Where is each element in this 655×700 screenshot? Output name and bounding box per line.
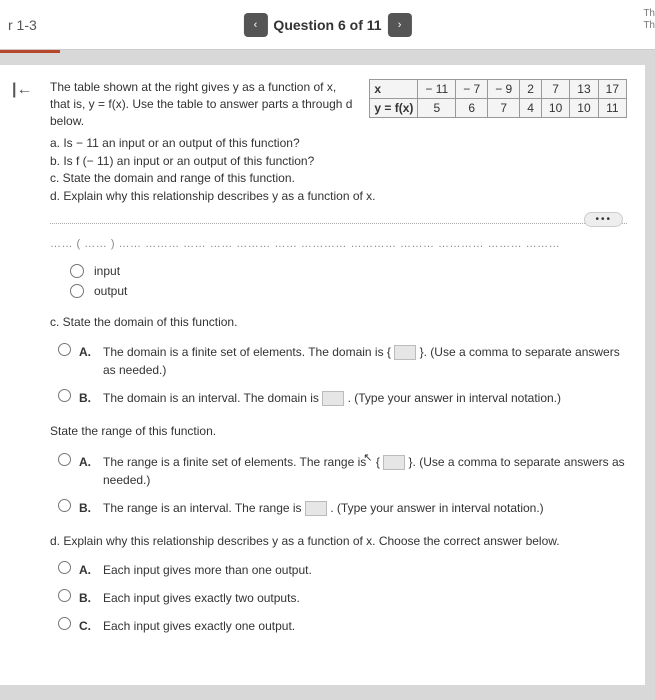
option-output-label: output	[94, 284, 127, 298]
range-b-text: The range is an interval. The range is	[103, 501, 305, 515]
domain-b-tail: . (Type your answer in interval notation…	[348, 391, 561, 405]
question-navigator: ‹ Question 6 of 11 ›	[243, 13, 411, 37]
radio-d-b[interactable]	[58, 589, 71, 602]
d-choice-a-text: Each input gives more than one output.	[103, 561, 627, 579]
table-row-x: x − 11 − 7 − 9 2 7 13 17	[370, 80, 627, 99]
radio-range-b[interactable]	[58, 499, 71, 512]
letter-b-2: B.	[79, 499, 91, 517]
subparts-list: a. Is − 11 an input or an output of this…	[50, 135, 627, 205]
letter-a-2: A.	[79, 453, 91, 471]
range-b-input[interactable]	[305, 501, 327, 516]
radio-d-a[interactable]	[58, 561, 71, 574]
radio-output[interactable]	[70, 284, 84, 298]
domain-b-text: The domain is an interval. The domain is	[103, 391, 322, 405]
d-choice-c-row: C. Each input gives exactly one output.	[58, 615, 627, 635]
function-table: x − 11 − 7 − 9 2 7 13 17 y = f(x) 5 6 7 …	[369, 79, 627, 118]
truncated-prior-text: …… ( …… ) …… ……… …… …… ……… …… ………… ………… …	[50, 238, 627, 250]
row-label-x: x	[370, 80, 418, 99]
range-a-brace: {	[376, 455, 380, 469]
part-b: b. Is f (− 11) an input or an output of …	[50, 153, 627, 170]
domain-choice-b-row: B. The domain is an interval. The domain…	[58, 387, 627, 407]
d-choice-b-text: Each input gives exactly two outputs.	[103, 589, 627, 607]
domain-choice-a-row: A. The domain is a finite set of element…	[58, 341, 627, 379]
question-header: The table shown at the right gives y as …	[50, 79, 627, 129]
domain-a-input[interactable]	[394, 345, 416, 360]
range-a-input[interactable]	[383, 455, 405, 470]
breadcrumb: r 1-3	[8, 17, 37, 33]
prev-question-button[interactable]: ‹	[243, 13, 267, 37]
d-choice-b-row: B. Each input gives exactly two outputs.	[58, 587, 627, 607]
more-menu-button[interactable]: •••	[584, 212, 623, 227]
intro-text: The table shown at the right gives y as …	[50, 79, 355, 129]
range-choice-a-row: A. The range is a finite set of elements…	[58, 450, 627, 489]
part-d-label: d. Explain why this relationship describ…	[50, 533, 627, 550]
header-bar: r 1-3 ‹ Question 6 of 11 › Th Th	[0, 0, 655, 50]
letter-b-3: B.	[79, 589, 91, 607]
range-b-tail: . (Type your answer in interval notation…	[330, 501, 543, 515]
radio-domain-a[interactable]	[58, 343, 71, 356]
part-a: a. Is − 11 an input or an output of this…	[50, 135, 627, 152]
range-a-text: The range is a finite set of elements. T…	[103, 455, 366, 469]
radio-d-c[interactable]	[58, 617, 71, 630]
question-panel: |← The table shown at the right gives y …	[0, 65, 645, 685]
domain-b-input[interactable]	[322, 391, 344, 406]
domain-a-text: The domain is a finite set of elements. …	[103, 345, 391, 359]
letter-b: B.	[79, 389, 91, 407]
letter-a: A.	[79, 343, 91, 361]
part-c-domain-label: c. State the domain of this function.	[50, 314, 627, 331]
radio-input[interactable]	[70, 264, 84, 278]
input-output-options: input output	[50, 264, 627, 298]
radio-domain-b[interactable]	[58, 389, 71, 402]
d-choice-c-text: Each input gives exactly one output.	[103, 617, 627, 635]
part-c: c. State the domain and range of this fu…	[50, 170, 627, 187]
part-d: d. Explain why this relationship describ…	[50, 188, 627, 205]
range-choice-b-row: B. The range is an interval. The range i…	[58, 497, 627, 517]
cursor-icon: ↖	[363, 450, 372, 467]
divider: •••	[50, 223, 627, 224]
option-output-row: output	[70, 284, 627, 298]
radio-range-a[interactable]	[58, 453, 71, 466]
collapse-icon[interactable]: |←	[12, 81, 32, 99]
letter-c-3: C.	[79, 617, 91, 635]
part-c-range-label: State the range of this function.	[50, 423, 627, 440]
question-counter: Question 6 of 11	[273, 17, 381, 33]
next-question-button[interactable]: ›	[388, 13, 412, 37]
option-input-label: input	[94, 264, 120, 278]
option-input-row: input	[70, 264, 627, 278]
accent-bar	[0, 50, 60, 53]
d-choice-a-row: A. Each input gives more than one output…	[58, 559, 627, 579]
table-row-y: y = f(x) 5 6 7 4 10 10 11	[370, 99, 627, 118]
right-edge-text: Th Th	[643, 8, 655, 32]
letter-a-3: A.	[79, 561, 91, 579]
row-label-y: y = f(x)	[370, 99, 418, 118]
